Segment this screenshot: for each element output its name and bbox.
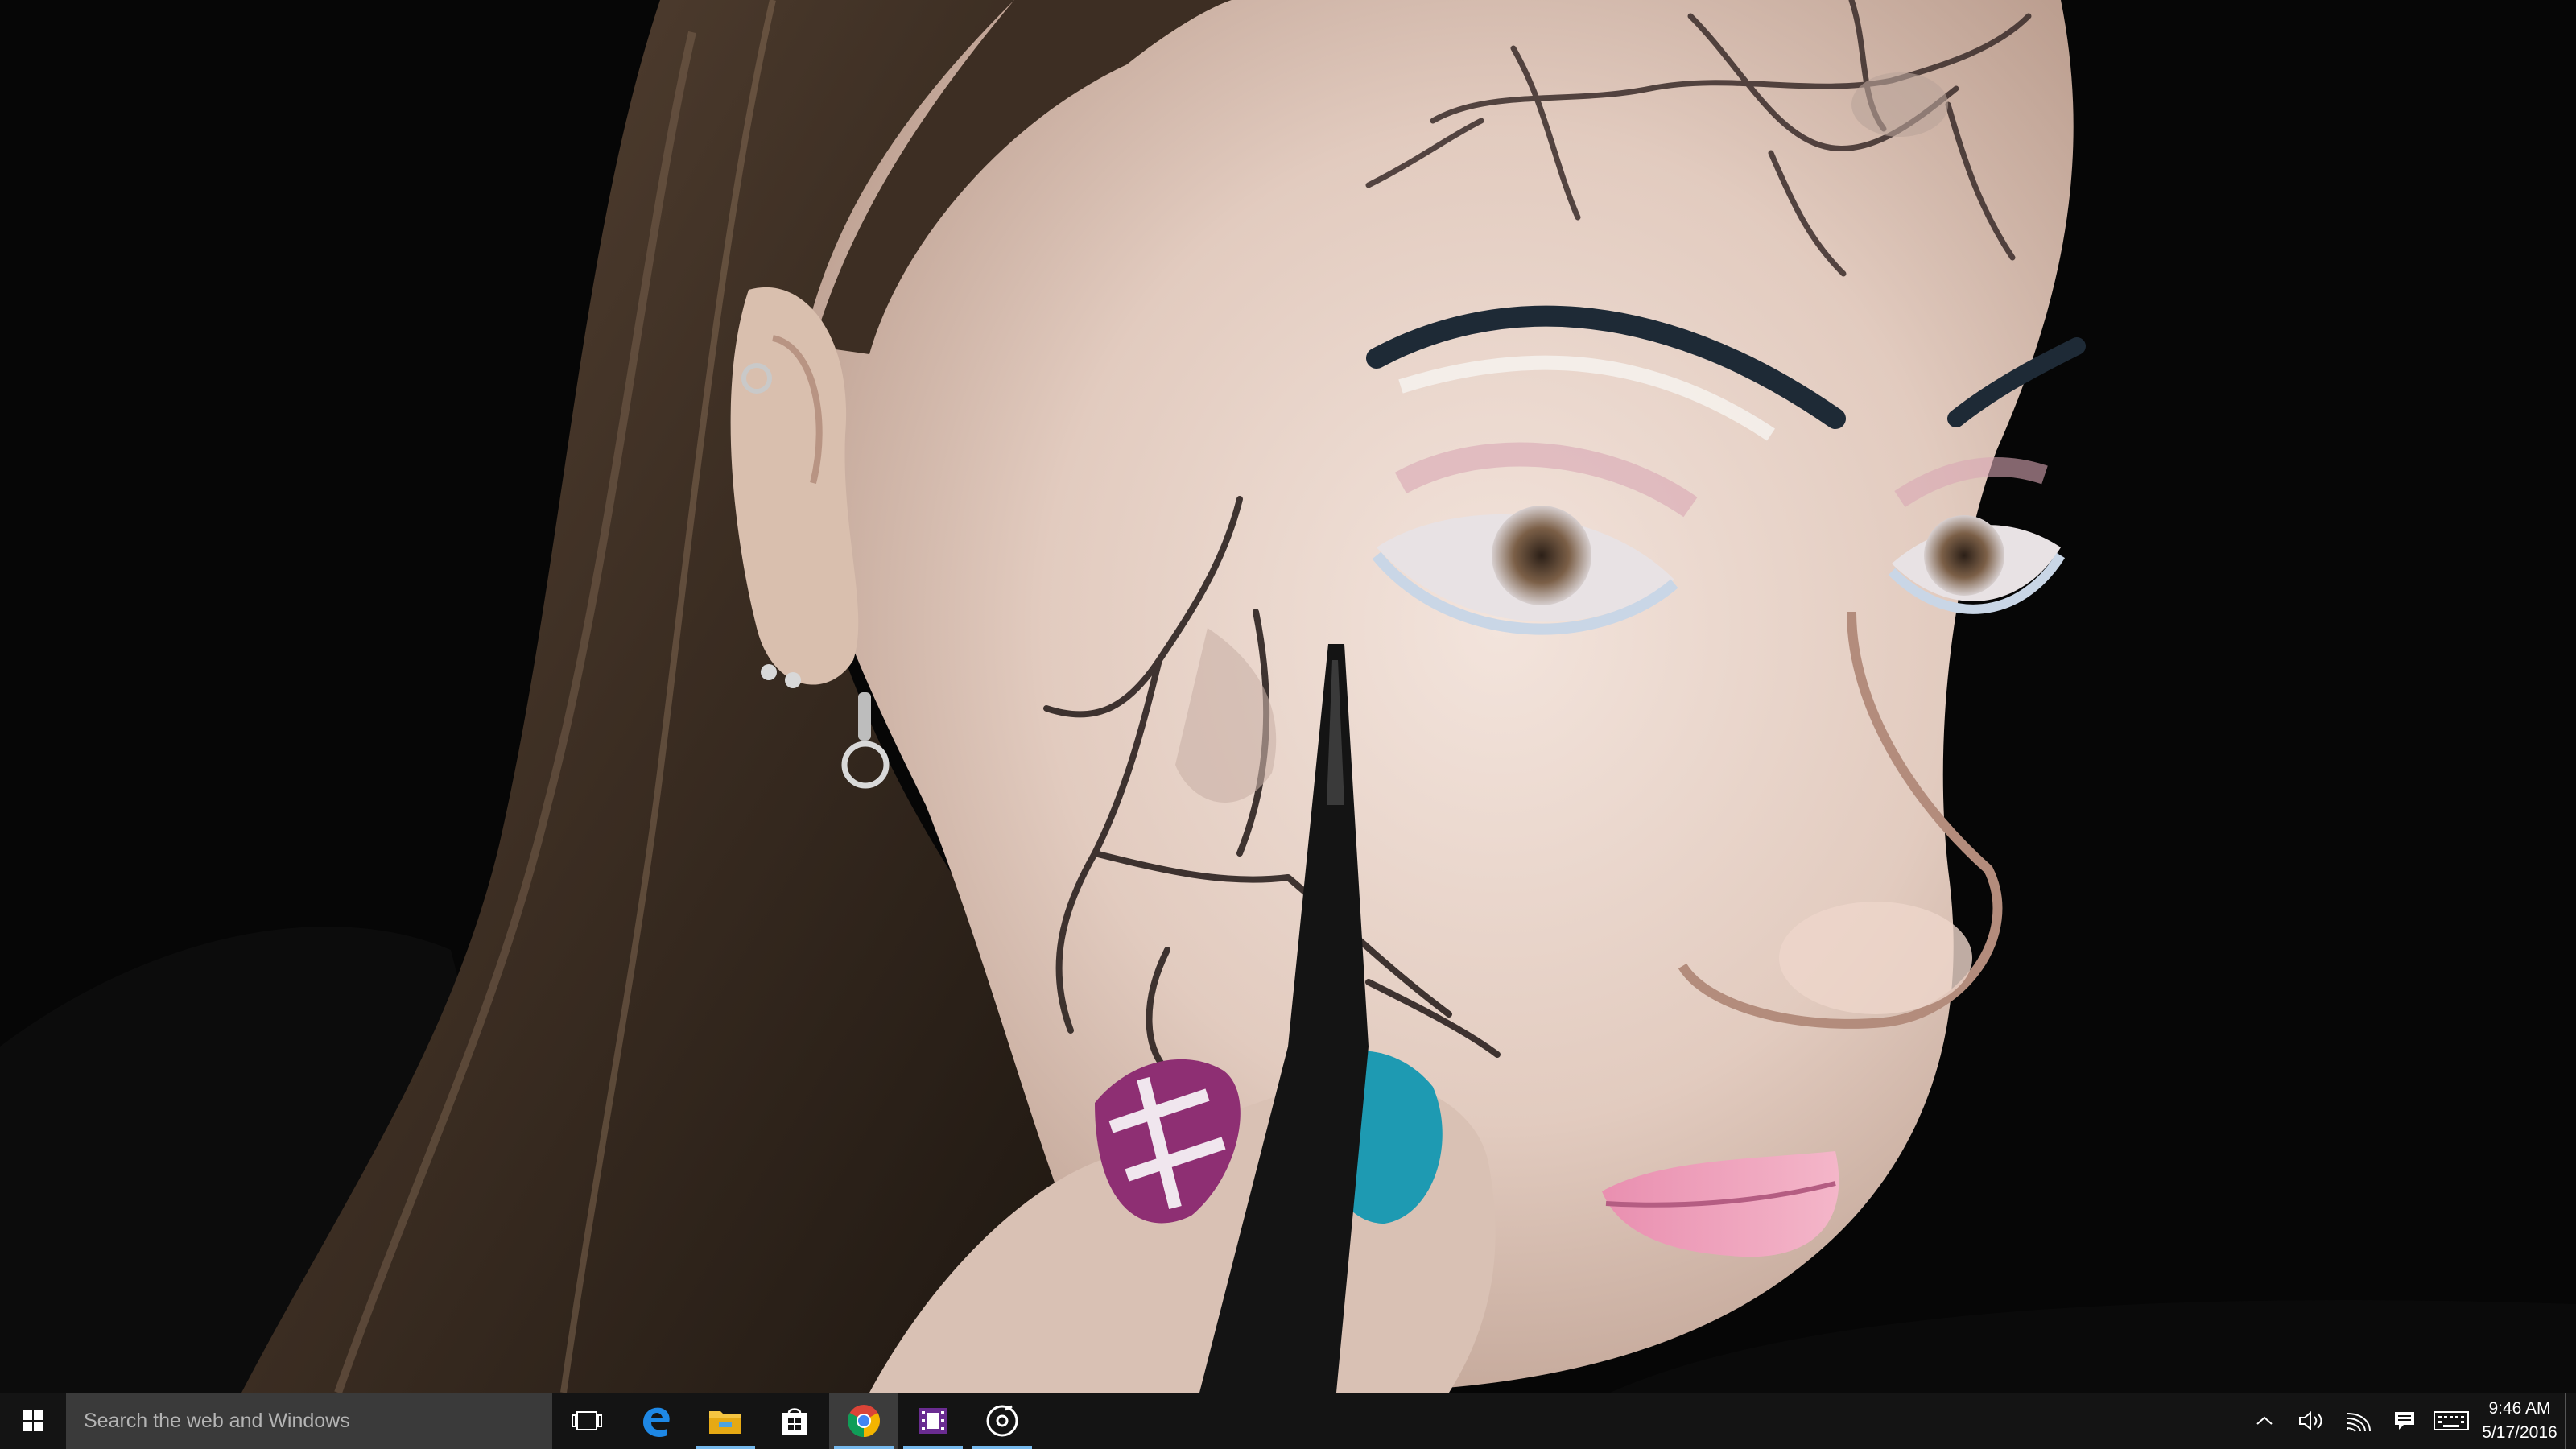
- store-icon: [782, 1408, 807, 1435]
- edge-button[interactable]: [621, 1393, 691, 1449]
- show-desktop-button[interactable]: [2565, 1393, 2576, 1449]
- chevron-up-icon: [2256, 1416, 2273, 1425]
- task-view-button[interactable]: [552, 1393, 621, 1449]
- clock-time: 9:46 AM: [2488, 1399, 2551, 1418]
- windows-logo-icon: [23, 1410, 43, 1431]
- message-icon: [2395, 1412, 2414, 1430]
- edge-icon: [643, 1407, 670, 1438]
- action-center-button[interactable]: [2381, 1393, 2428, 1449]
- movies-tv-button[interactable]: [898, 1393, 968, 1449]
- video-content-image: [0, 0, 2576, 1393]
- store-button[interactable]: [760, 1393, 829, 1449]
- volume-button[interactable]: [2288, 1393, 2334, 1449]
- film-icon: [919, 1408, 947, 1434]
- keyboard-icon: [2434, 1411, 2469, 1430]
- search-box[interactable]: Search the web and Windows: [66, 1393, 552, 1449]
- groove-music-button[interactable]: [968, 1393, 1037, 1449]
- start-button[interactable]: [0, 1393, 66, 1449]
- taskbar-spacer: [1037, 1393, 2241, 1449]
- music-disc-icon: [986, 1405, 1018, 1437]
- chrome-icon: [848, 1405, 880, 1437]
- touch-keyboard-button[interactable]: [2428, 1393, 2475, 1449]
- clock[interactable]: 9:46 AM 5/17/2016: [2475, 1393, 2565, 1449]
- wifi-icon: [2347, 1413, 2371, 1432]
- search-placeholder: Search the web and Windows: [84, 1409, 350, 1432]
- clock-date: 5/17/2016: [2482, 1423, 2557, 1442]
- speaker-icon: [2299, 1410, 2322, 1431]
- chrome-button[interactable]: [829, 1393, 898, 1449]
- task-view-icon: [572, 1411, 602, 1430]
- folder-icon: [709, 1411, 741, 1434]
- file-explorer-button[interactable]: [691, 1393, 760, 1449]
- show-hidden-icons-button[interactable]: [2241, 1393, 2288, 1449]
- taskbar: Search the web and Windows 9:46 AM 5/17/…: [0, 1393, 2576, 1449]
- fullscreen-video-frame[interactable]: [0, 0, 2576, 1393]
- network-button[interactable]: [2334, 1393, 2381, 1449]
